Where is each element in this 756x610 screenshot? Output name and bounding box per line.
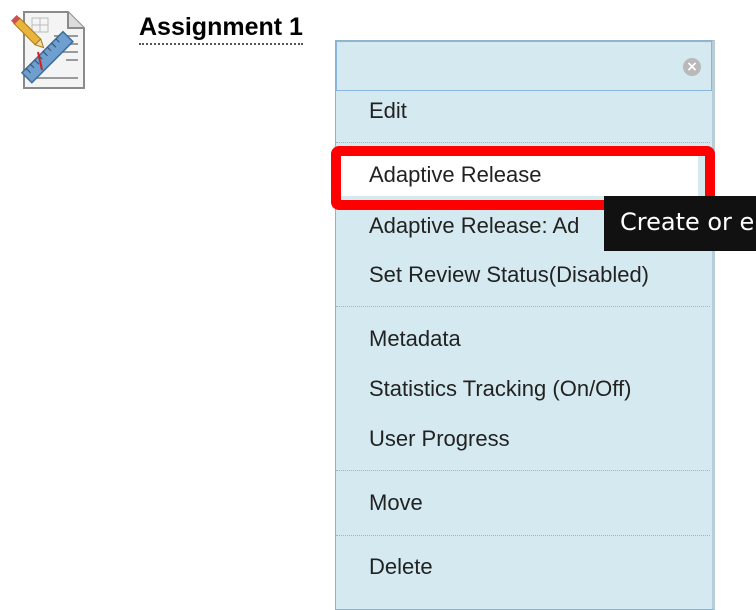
menu-item-set-review-status[interactable]: Set Review Status(Disabled) — [369, 262, 649, 288]
menu-item-move[interactable]: Move — [369, 490, 423, 516]
context-menu: × — [335, 40, 715, 610]
menu-item-adaptive-release[interactable]: Adaptive Release — [369, 162, 541, 188]
context-menu-header: × — [336, 41, 712, 91]
close-circle-icon[interactable]: × — [683, 58, 701, 76]
menu-separator — [336, 535, 710, 536]
tooltip: Create or e — [604, 196, 756, 251]
menu-item-adaptive-release-advanced[interactable]: Adaptive Release: Ad — [369, 213, 579, 239]
menu-item-statistics-tracking[interactable]: Statistics Tracking (On/Off) — [369, 376, 631, 402]
tooltip-text: Create or e — [620, 208, 755, 236]
menu-separator — [336, 306, 710, 307]
menu-separator — [336, 470, 710, 471]
menu-item-user-progress[interactable]: User Progress — [369, 426, 510, 452]
menu-item-edit[interactable]: Edit — [369, 98, 407, 124]
assignment-icon — [6, 8, 90, 92]
menu-item-delete[interactable]: Delete — [369, 554, 433, 580]
menu-item-metadata[interactable]: Metadata — [369, 326, 461, 352]
menu-separator — [336, 142, 710, 143]
assignment-title-link[interactable]: Assignment 1 — [139, 12, 303, 45]
